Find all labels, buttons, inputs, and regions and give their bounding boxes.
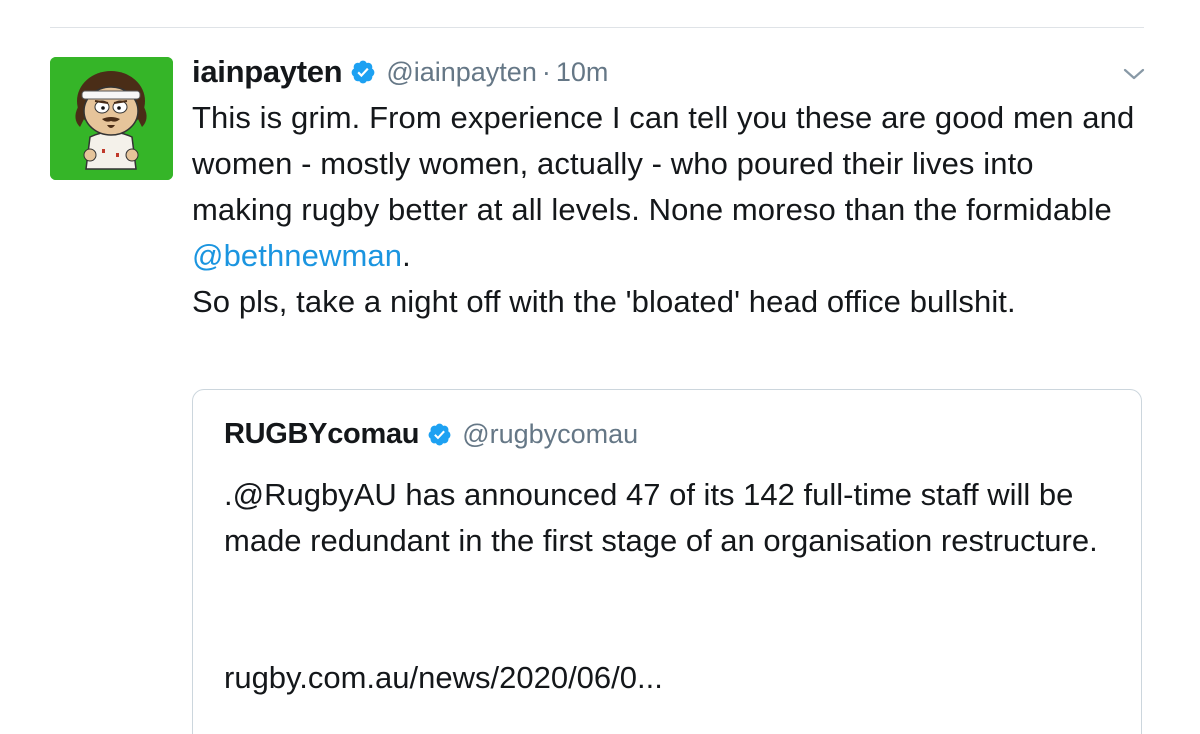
separator-dot: · — [541, 56, 551, 87]
handle[interactable]: @iainpayten — [386, 57, 537, 88]
verified-badge-icon — [427, 422, 452, 447]
quoted-handle: @rugbycomau — [462, 419, 639, 449]
tweet-view: iainpayten @iainpayten · 10m This is gri… — [0, 0, 1200, 734]
display-name[interactable]: iainpayten — [192, 54, 343, 90]
avatar[interactable] — [50, 57, 173, 180]
quoted-tweet-text: .@RugbyAU has announced 47 of its 142 fu… — [224, 477, 1098, 558]
tweet: iainpayten @iainpayten · 10m This is gri… — [192, 52, 1152, 325]
quoted-tweet-card[interactable]: RUGBYcomau @rugbycomau .@RugbyAU has ann… — [192, 389, 1142, 734]
tweet-text-part1: This is grim. From experience I can tell… — [192, 100, 1144, 227]
avatar-cartoon-icon — [50, 57, 173, 180]
mention-link[interactable]: @bethnewman — [192, 238, 402, 273]
quoted-tweet-header: RUGBYcomau @rugbycomau — [224, 418, 638, 451]
quoted-tweet-link[interactable]: rugby.com.au/news/2020/06/0... — [224, 655, 663, 701]
verified-badge-icon — [350, 59, 376, 85]
tweet-text: This is grim. From experience I can tell… — [192, 95, 1142, 325]
timestamp[interactable]: 10m — [556, 57, 609, 88]
chevron-down-icon[interactable] — [1122, 62, 1146, 86]
quoted-display-name: RUGBYcomau — [224, 418, 420, 450]
top-divider — [50, 27, 1144, 28]
tweet-header: iainpayten @iainpayten · 10m — [192, 52, 1152, 92]
